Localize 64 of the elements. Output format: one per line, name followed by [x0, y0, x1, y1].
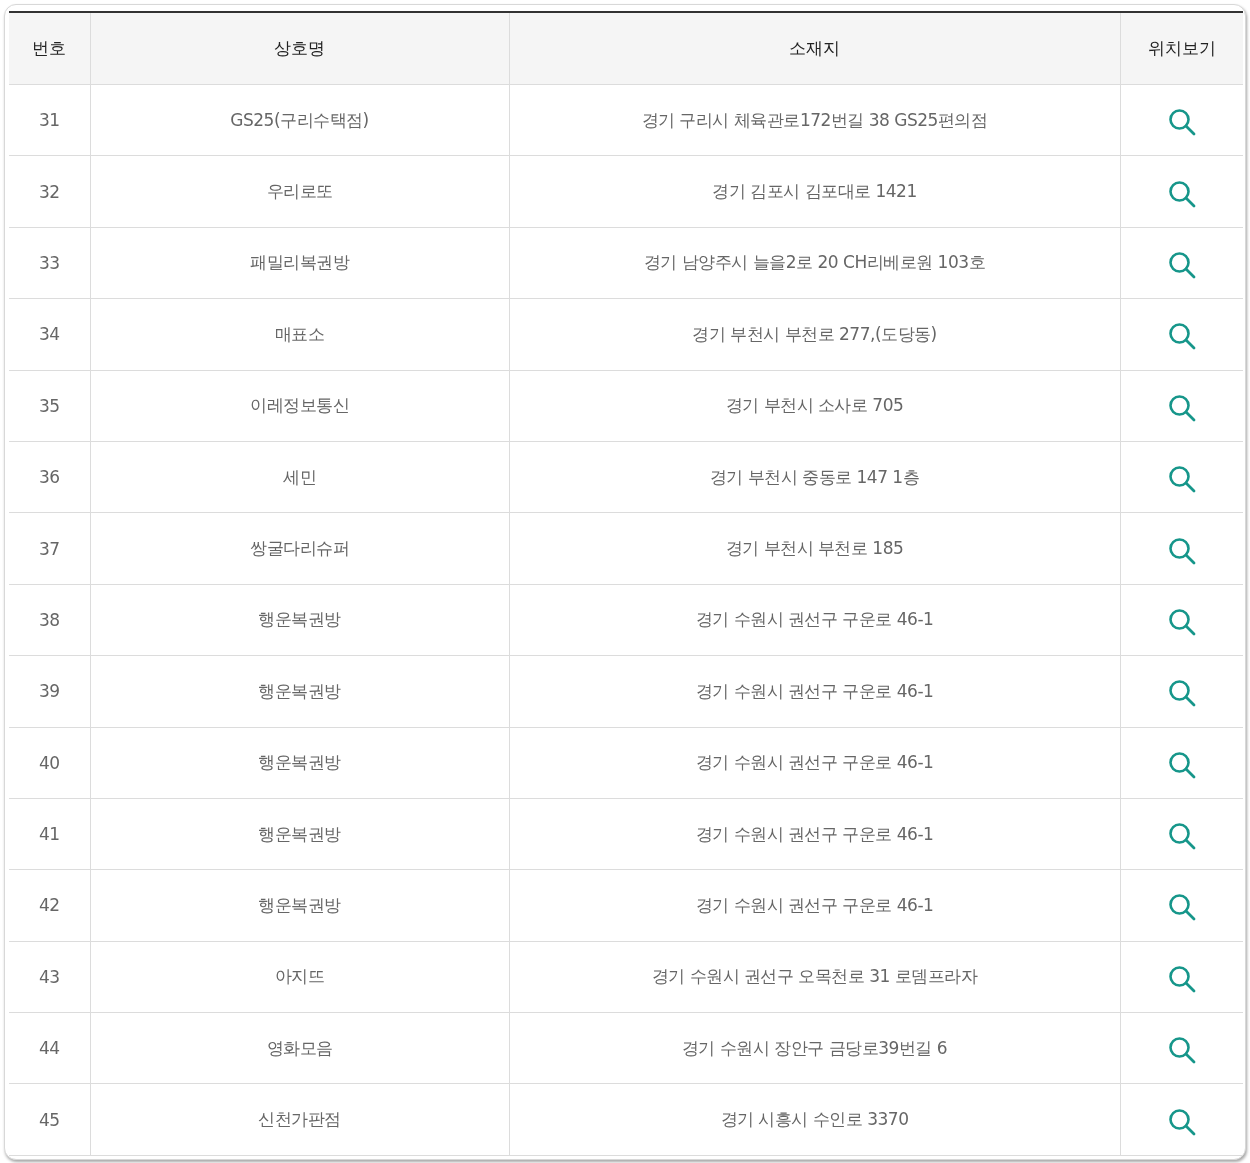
address-cell: 경기 수원시 장안구 금당로39번길 6 [509, 1012, 1120, 1084]
store-name-cell: 매표소 [90, 298, 509, 371]
search-icon[interactable] [1167, 607, 1196, 636]
search-icon[interactable] [1167, 893, 1196, 922]
search-icon[interactable] [1167, 108, 1196, 137]
search-icon[interactable] [1167, 465, 1196, 494]
store-name-cell: 신천가판점 [90, 1083, 509, 1156]
search-icon[interactable] [1167, 1107, 1196, 1136]
address-cell: 경기 수원시 권선구 구운로 46-1 [509, 798, 1120, 870]
number-cell: 43 [9, 941, 90, 1013]
number-cell: 38 [9, 584, 90, 656]
search-icon[interactable] [1167, 179, 1196, 208]
search-icon[interactable] [1167, 250, 1196, 279]
number-cell: 31 [9, 84, 90, 156]
store-name-cell: 패밀리복권방 [90, 227, 509, 299]
search-icon[interactable] [1167, 322, 1196, 351]
address-cell: 경기 수원시 권선구 구운로 46-1 [509, 655, 1120, 727]
number-cell: 42 [9, 869, 90, 942]
store-name-cell: 우리로또 [90, 155, 509, 228]
number-cell: 35 [9, 370, 90, 442]
number-cell: 36 [9, 441, 90, 513]
address-cell: 경기 부천시 소사로 705 [509, 370, 1120, 442]
address-cell: 경기 수원시 권선구 구운로 46-1 [509, 869, 1120, 942]
store-name-cell: 아지뜨 [90, 941, 509, 1013]
store-name-cell: 행운복권방 [90, 584, 509, 656]
number-cell: 34 [9, 298, 90, 371]
column-header: 상호명 [90, 12, 509, 85]
column-header: 소재지 [509, 12, 1120, 85]
address-cell: 경기 부천시 부천로 185 [509, 512, 1120, 585]
search-icon[interactable] [1167, 750, 1196, 779]
search-icon[interactable] [1167, 393, 1196, 422]
number-cell: 45 [9, 1083, 90, 1156]
store-name-cell: 행운복권방 [90, 727, 509, 799]
number-cell: 40 [9, 727, 90, 799]
number-cell: 37 [9, 512, 90, 585]
number-cell: 44 [9, 1012, 90, 1084]
search-icon[interactable] [1167, 536, 1196, 565]
address-cell: 경기 수원시 권선구 구운로 46-1 [509, 727, 1120, 799]
store-name-cell: 세민 [90, 441, 509, 513]
store-name-cell: 영화모음 [90, 1012, 509, 1084]
store-name-cell: 행운복권방 [90, 869, 509, 942]
address-cell: 경기 부천시 중동로 147 1층 [509, 441, 1120, 513]
search-icon[interactable] [1167, 679, 1196, 708]
address-cell: 경기 남양주시 늘을2로 20 CH리베로원 103호 [509, 227, 1120, 299]
number-cell: 41 [9, 798, 90, 870]
column-header: 번호 [9, 12, 90, 85]
store-name-cell: 쌍굴다리슈퍼 [90, 512, 509, 585]
address-cell: 경기 구리시 체육관로172번길 38 GS25편의점 [509, 84, 1120, 156]
store-name-cell: 행운복권방 [90, 798, 509, 870]
store-name-cell: 행운복권방 [90, 655, 509, 727]
search-icon[interactable] [1167, 964, 1196, 993]
number-cell: 33 [9, 227, 90, 299]
address-cell: 경기 부천시 부천로 277,(도당동) [509, 298, 1120, 371]
store-name-cell: 이레정보통신 [90, 370, 509, 442]
search-icon[interactable] [1167, 822, 1196, 851]
number-cell: 39 [9, 655, 90, 727]
address-cell: 경기 수원시 권선구 구운로 46-1 [509, 584, 1120, 656]
number-cell: 32 [9, 155, 90, 228]
column-header: 위치보기 [1120, 12, 1243, 85]
address-cell: 경기 시흥시 수인로 3370 [509, 1083, 1120, 1156]
store-name-cell: GS25(구리수택점) [90, 84, 509, 156]
address-cell: 경기 수원시 권선구 오목천로 31 로뎀프라자 [509, 941, 1120, 1013]
search-icon[interactable] [1167, 1036, 1196, 1065]
address-cell: 경기 김포시 김포대로 1421 [509, 155, 1120, 228]
